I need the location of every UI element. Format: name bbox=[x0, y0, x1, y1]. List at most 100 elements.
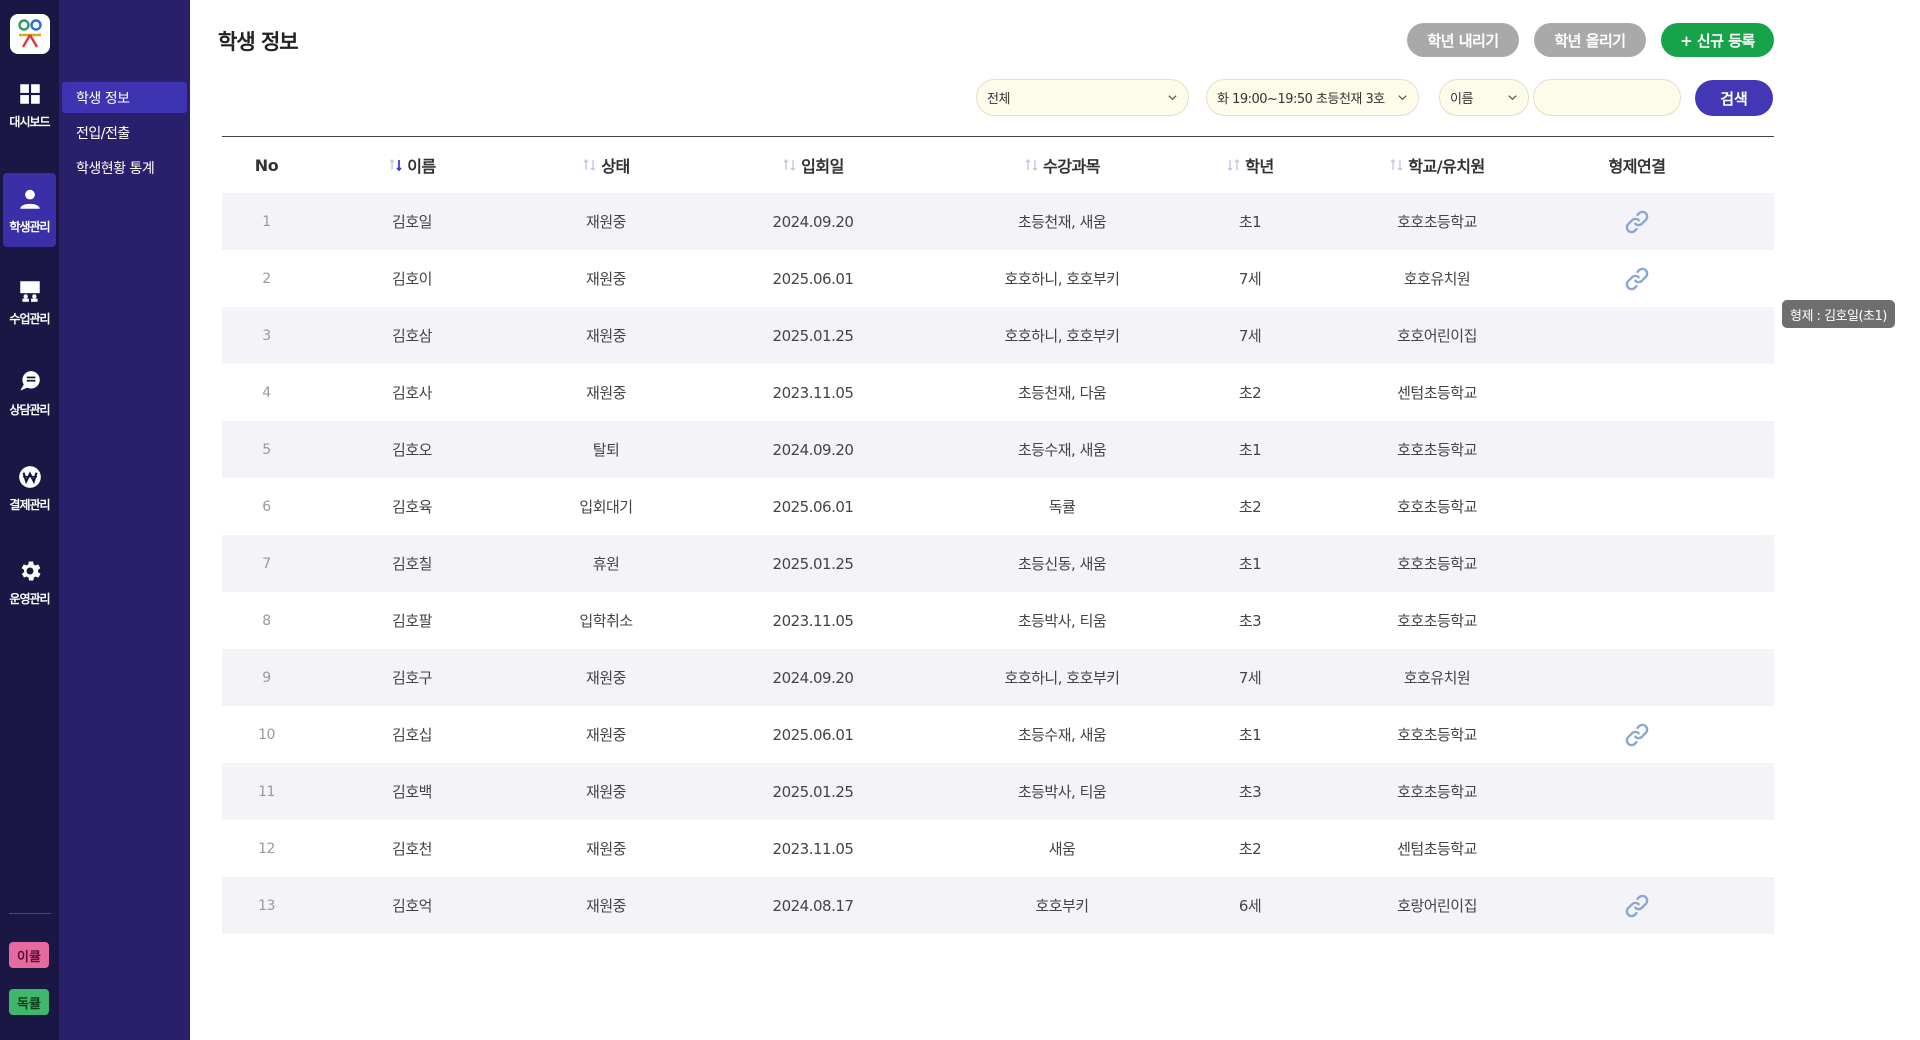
column-label: 수강과목 bbox=[1043, 157, 1100, 176]
table-row[interactable]: 1 김호일 재원중 2024.09.20 초등천재, 새움 초1 호호초등학교 bbox=[222, 193, 1774, 250]
sibling-cell bbox=[1592, 649, 1682, 706]
table-row[interactable]: 4 김호사 재원중 2023.11.05 초등천재, 다움 초2 센텀초등학교 bbox=[222, 364, 1774, 421]
table-row[interactable]: 5 김호오 탈퇴 2024.09.20 초등수재, 새움 초1 호호초등학교 bbox=[222, 421, 1774, 478]
join-date: 2025.06.01 bbox=[772, 269, 854, 288]
table-row[interactable]: 7 김호칠 휴원 2025.01.25 초등신동, 새움 초1 호호초등학교 bbox=[222, 535, 1774, 592]
new-register-button[interactable]: + 신규 등록 bbox=[1661, 23, 1774, 57]
student-status: 입회대기 bbox=[579, 498, 633, 516]
student-grade: 7세 bbox=[1238, 327, 1262, 345]
join-date: 2025.01.25 bbox=[772, 326, 854, 345]
table-row[interactable]: 6 김호육 입회대기 2025.06.01 독큘 초2 호호초등학교 bbox=[222, 478, 1774, 535]
dashboard-icon bbox=[19, 83, 40, 104]
course-list: 새움 bbox=[1048, 840, 1076, 858]
sibling-cell bbox=[1592, 706, 1682, 763]
student-icon bbox=[19, 189, 40, 209]
link-icon[interactable] bbox=[1623, 208, 1651, 236]
student-status: 재원중 bbox=[586, 726, 626, 744]
school-name: 호호초등학교 bbox=[1397, 441, 1477, 459]
link-icon[interactable] bbox=[1623, 265, 1651, 293]
table-row[interactable]: 12 김호천 재원중 2023.11.05 새움 초2 센텀초등학교 bbox=[222, 820, 1774, 877]
school-name: 센텀초등학교 bbox=[1397, 840, 1477, 858]
row-no: 8 bbox=[262, 612, 271, 629]
link-icon[interactable] bbox=[1623, 721, 1651, 749]
search-field-select[interactable]: 이름 bbox=[1439, 79, 1529, 116]
sort-icon bbox=[583, 159, 596, 171]
row-no: 6 bbox=[262, 498, 271, 515]
search-input[interactable] bbox=[1533, 79, 1681, 116]
student-grade: 초1 bbox=[1238, 213, 1262, 231]
table-row[interactable]: 8 김호팔 입학취소 2023.11.05 초등박사, 티움 초3 호호초등학교 bbox=[222, 592, 1774, 649]
column-header-school[interactable]: 학교/유치원 bbox=[1372, 143, 1502, 187]
student-grade: 초1 bbox=[1238, 555, 1262, 573]
rail-item-classes[interactable]: 수업관리 bbox=[3, 265, 56, 339]
student-grade: 6세 bbox=[1238, 897, 1262, 915]
grade-up-button[interactable]: 학년 올리기 bbox=[1534, 23, 1646, 57]
join-date: 2024.09.20 bbox=[772, 668, 854, 687]
grade-down-button[interactable]: 학년 내리기 bbox=[1407, 23, 1519, 57]
status-select-value: 전체 bbox=[987, 92, 1010, 107]
chevron-down-icon bbox=[1168, 95, 1177, 101]
column-header-grade[interactable]: 학년 bbox=[1220, 143, 1280, 187]
search-button[interactable]: 검색 bbox=[1695, 80, 1773, 116]
join-date: 2023.11.05 bbox=[772, 383, 854, 402]
submenu-item-student-info[interactable]: 학생 정보 bbox=[62, 82, 187, 113]
column-label: 학교/유치원 bbox=[1408, 157, 1485, 176]
submenu-item-transfer[interactable]: 전입/전출 bbox=[62, 117, 187, 148]
school-name: 호호초등학교 bbox=[1397, 213, 1477, 231]
school-name: 호호유치원 bbox=[1403, 270, 1471, 288]
column-label: 형제연결 bbox=[1608, 157, 1666, 176]
sibling-cell bbox=[1592, 763, 1682, 820]
sort-icon bbox=[783, 159, 796, 171]
column-header-name[interactable]: 이름 bbox=[362, 143, 462, 187]
column-label: No bbox=[254, 155, 279, 175]
sort-icon bbox=[1025, 159, 1038, 171]
table-row[interactable]: 10 김호십 재원중 2025.06.01 초등수재, 새움 초1 호호초등학교 bbox=[222, 706, 1774, 763]
student-grade: 초2 bbox=[1238, 384, 1262, 402]
school-name: 호호어린이집 bbox=[1397, 327, 1477, 345]
rail-item-students[interactable]: 학생관리 bbox=[3, 173, 56, 247]
logo[interactable] bbox=[10, 14, 50, 54]
row-no: 4 bbox=[262, 384, 271, 401]
submenu-item-statistics[interactable]: 학생현황 통계 bbox=[62, 152, 187, 183]
main-content: 학생 정보 학년 내리기 학년 올리기 + 신규 등록 전체 화 19:00~1… bbox=[190, 0, 1920, 1040]
chevron-down-icon bbox=[1508, 95, 1517, 101]
table-body: 1 김호일 재원중 2024.09.20 초등천재, 새움 초1 호호초등학교 2 김호이 재원중… bbox=[222, 193, 1774, 934]
student-name: 김호천 bbox=[392, 840, 432, 858]
table-top-rule bbox=[222, 136, 1774, 137]
sibling-cell bbox=[1592, 478, 1682, 535]
join-date: 2025.06.01 bbox=[772, 497, 854, 516]
school-name: 호호유치원 bbox=[1403, 669, 1471, 687]
student-name: 김호오 bbox=[392, 441, 432, 459]
school-name: 호호초등학교 bbox=[1397, 783, 1477, 801]
row-no: 1 bbox=[262, 213, 271, 230]
column-header-status[interactable]: 상태 bbox=[556, 143, 656, 187]
sibling-cell bbox=[1592, 364, 1682, 421]
badge-ikyul[interactable]: 이큘 bbox=[9, 942, 49, 968]
table-row[interactable]: 2 김호이 재원중 2025.06.01 호호하니, 호호부키 7세 호호유치원 bbox=[222, 250, 1774, 307]
status-select[interactable]: 전체 bbox=[976, 79, 1189, 116]
table-row[interactable]: 11 김호백 재원중 2025.01.25 초등박사, 티움 초3 호호초등학교 bbox=[222, 763, 1774, 820]
table-row[interactable]: 13 김호억 재원중 2024.08.17 호호부키 6세 호랑어린이집 bbox=[222, 877, 1774, 934]
school-name: 센텀초등학교 bbox=[1397, 384, 1477, 402]
column-header-course[interactable]: 수강과목 bbox=[962, 143, 1162, 187]
table-row[interactable]: 9 김호구 재원중 2024.09.20 호호하니, 호호부키 7세 호호유치원 bbox=[222, 649, 1774, 706]
rail-item-dashboard[interactable]: 대시보드 bbox=[3, 68, 56, 142]
class-select[interactable]: 화 19:00~19:50 초등천재 3호 bbox=[1206, 79, 1419, 116]
student-name: 김호억 bbox=[392, 897, 432, 915]
course-list: 초등신동, 새움 bbox=[1017, 555, 1107, 573]
student-grade: 초1 bbox=[1238, 441, 1262, 459]
student-name: 김호칠 bbox=[392, 555, 432, 573]
rail-item-payment[interactable]: 결제관리 bbox=[3, 451, 56, 525]
badge-dokkyul[interactable]: 독큘 bbox=[9, 989, 49, 1015]
student-status: 재원중 bbox=[586, 327, 626, 345]
rail-item-operation[interactable]: 운영관리 bbox=[3, 545, 56, 619]
class-icon bbox=[19, 280, 40, 302]
student-name: 김호구 bbox=[392, 669, 432, 687]
rail-item-consulting[interactable]: 상담관리 bbox=[3, 356, 56, 430]
table-row[interactable]: 3 김호삼 재원중 2025.01.25 호호하니, 호호부키 7세 호호어린이집 bbox=[222, 307, 1774, 364]
student-status: 재원중 bbox=[586, 213, 626, 231]
student-status: 휴원 bbox=[592, 555, 620, 573]
column-header-date[interactable]: 입회일 bbox=[748, 143, 878, 187]
student-status: 재원중 bbox=[586, 384, 626, 402]
link-icon[interactable] bbox=[1623, 892, 1651, 920]
